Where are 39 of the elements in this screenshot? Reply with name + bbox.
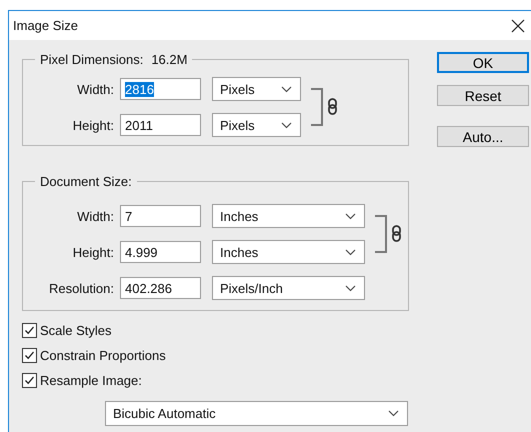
field-label: Width:	[76, 82, 114, 96]
input-field[interactable]: 402.286	[120, 277, 201, 299]
group-title: Pixel Dimensions:	[40, 52, 144, 67]
dialog-button[interactable]: Auto...	[437, 126, 529, 147]
close-icon[interactable]	[511, 18, 525, 32]
field-label: Height:	[72, 244, 114, 260]
pixel-dimensions-value: 16.2M	[151, 52, 188, 67]
chevron-down-icon	[281, 86, 292, 92]
checkbox[interactable]	[22, 373, 37, 388]
unit-dropdown[interactable]: Pixels	[212, 113, 301, 137]
group-title: Document Size:	[40, 174, 132, 189]
field-label: Height:	[72, 118, 114, 132]
checkbox-option[interactable]: Scale Styles	[22, 323, 112, 338]
checkbox-option[interactable]: Constrain Proportions	[22, 348, 166, 363]
chevron-down-icon	[388, 410, 399, 417]
checkbox[interactable]	[22, 323, 37, 338]
unit-dropdown[interactable]: Pixels/Inch	[212, 276, 365, 300]
resample-dropdown[interactable]: Bicubic Automatic	[105, 401, 408, 426]
field-label: Width:	[76, 208, 114, 224]
checkmark-icon	[23, 374, 36, 387]
input-field[interactable]: 2011	[120, 114, 201, 136]
checkmark-icon	[23, 324, 36, 337]
unit-dropdown[interactable]: Pixels	[212, 77, 301, 101]
chevron-down-icon	[345, 212, 356, 220]
unit-dropdown[interactable]: Inches	[212, 240, 365, 264]
input-field[interactable]: 7	[120, 205, 201, 227]
checkmark-icon	[23, 349, 36, 362]
input-field[interactable]: 2816	[120, 78, 201, 100]
dialog-button[interactable]: OK	[437, 52, 529, 73]
checkbox-option[interactable]: Resample Image:	[22, 373, 142, 388]
checkbox[interactable]	[22, 348, 37, 363]
input-field[interactable]: 4.999	[120, 241, 201, 263]
unit-dropdown[interactable]: Inches	[212, 204, 365, 228]
chevron-down-icon	[345, 248, 356, 256]
dialog-button[interactable]: Reset	[437, 85, 529, 106]
chevron-down-icon	[281, 122, 292, 128]
chevron-down-icon	[345, 284, 356, 292]
field-label: Resolution:	[48, 280, 114, 296]
window-title: Image Size	[13, 18, 78, 33]
